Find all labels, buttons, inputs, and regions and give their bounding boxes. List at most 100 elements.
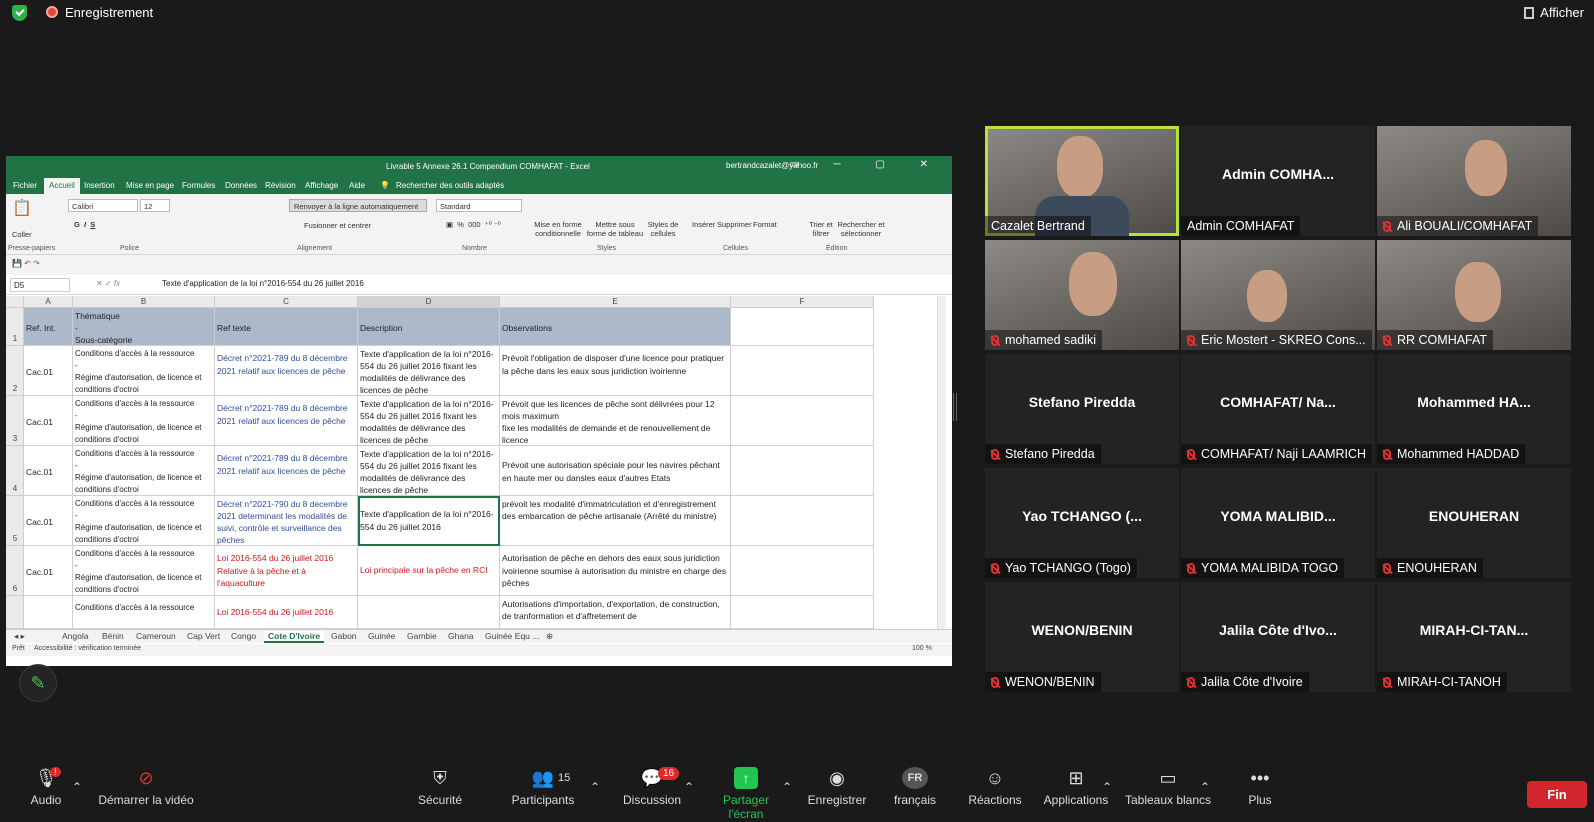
cell-styles-button[interactable]: Styles de cellules xyxy=(646,220,680,238)
menu-formules[interactable]: Formules xyxy=(182,181,215,190)
cell-empty[interactable] xyxy=(731,396,874,446)
audio-button[interactable]: 🎙 Audio ! xyxy=(22,767,70,807)
window-controls[interactable]: ▭ ─ ▢ ✕ xyxy=(789,159,944,170)
cell-thematique[interactable]: Conditions d'accès à la ressource - Régi… xyxy=(73,396,215,446)
row-header[interactable]: 1 xyxy=(6,308,24,346)
sheet-tab[interactable]: Cap Vert xyxy=(187,631,220,641)
sort-filter-button[interactable]: Trier et filtrer xyxy=(806,220,836,238)
menu-donnees[interactable]: Données xyxy=(225,181,257,190)
participant-tile[interactable]: Cazalet Bertrand xyxy=(985,126,1179,236)
cell-observations[interactable]: Prévoit l'obligation de disposer d'une l… xyxy=(500,346,731,396)
col-header[interactable]: C xyxy=(215,296,358,308)
insert-button[interactable]: Insérer xyxy=(692,220,715,229)
row-header[interactable]: 4 xyxy=(6,446,24,496)
fx-icon[interactable]: ✕ ✓ fx xyxy=(96,279,120,288)
cell-ref[interactable]: Cac.01 xyxy=(24,346,73,396)
whiteboards-chevron[interactable]: ⌃ xyxy=(1200,780,1210,794)
header-description[interactable]: Description xyxy=(358,308,500,346)
col-header[interactable]: A xyxy=(24,296,73,308)
sheet-tab[interactable]: Angola xyxy=(62,631,88,641)
header-ref[interactable]: Ref. Int. xyxy=(24,308,73,346)
sheet-nav-icon[interactable]: ◂ ▸ xyxy=(14,631,25,642)
col-header[interactable]: E xyxy=(500,296,731,308)
row-header[interactable] xyxy=(6,596,24,629)
participant-tile[interactable]: YOMA MALIBID... YOMA MALIBIDA TOGO xyxy=(1181,468,1375,578)
cell-observations[interactable]: Autorisation de pêche en dehors des eaux… xyxy=(500,546,731,596)
cell-observations[interactable]: Prévoit que les licences de pêche sont d… xyxy=(500,396,731,446)
participant-tile[interactable]: RR COMHAFAT xyxy=(1377,240,1571,350)
apps-chevron[interactable]: ⌃ xyxy=(1102,780,1112,794)
row-header[interactable]: 5 xyxy=(6,496,24,546)
reactions-button[interactable]: ☺ Réactions xyxy=(964,767,1026,807)
record-button[interactable]: ◉ Enregistrer xyxy=(804,767,870,807)
cell-thematique[interactable]: Conditions d'accès à la ressource - Régi… xyxy=(73,346,215,396)
more-button[interactable]: ••• Plus xyxy=(1240,767,1280,807)
wrap-text-button[interactable]: Renvoyer à la ligne automatiquement xyxy=(289,199,427,212)
cell-description[interactable] xyxy=(358,596,500,629)
header-observations[interactable]: Observations xyxy=(500,308,731,346)
spreadsheet-grid[interactable]: A B C D E F 1 Ref. Int. Thématique - Sou… xyxy=(6,296,936,629)
sheet-tab[interactable]: Gambie xyxy=(407,631,437,641)
cell-ref[interactable] xyxy=(24,596,73,629)
participants-chevron[interactable]: ⌃ xyxy=(590,780,600,794)
sheet-tab[interactable]: Gabon xyxy=(331,631,357,641)
merge-center-button[interactable]: Fusionner et centrer xyxy=(304,221,371,230)
start-video-button[interactable]: ⊘ Démarrer la vidéo xyxy=(96,767,196,807)
sheet-tab[interactable]: Guinée xyxy=(368,631,395,641)
participant-tile[interactable]: Eric Mostert - SKREO Cons... xyxy=(1181,240,1375,350)
audio-options-chevron[interactable]: ⌃ xyxy=(72,780,82,794)
split-handle[interactable] xyxy=(953,393,957,421)
sheet-tab[interactable]: Congo xyxy=(231,631,256,641)
annotate-pen-icon[interactable]: ✎ xyxy=(19,664,57,702)
delete-button[interactable]: Supprimer xyxy=(717,220,752,229)
cell-thematique[interactable]: Conditions d'accès à la ressource - Régi… xyxy=(73,446,215,496)
cell-description[interactable]: Texte d'application de la loi n°2016-554… xyxy=(358,346,500,396)
participant-tile[interactable]: ENOUHERAN ENOUHERAN xyxy=(1377,468,1571,578)
sheet-tab-active[interactable]: Cote D'Ivoire xyxy=(264,631,325,643)
save-icon[interactable]: 💾 ↶ ↷ xyxy=(12,259,40,268)
paste-label[interactable]: Coller xyxy=(12,230,32,239)
header-thematique[interactable]: Thématique - Sous-catégorie xyxy=(73,308,215,346)
cell-description[interactable]: Loi principale sur la pêche en RCI xyxy=(358,546,500,596)
header-ref-texte[interactable]: Ref texte xyxy=(215,308,358,346)
cell-description[interactable]: Texte d'application de la loi n°2016-554… xyxy=(358,446,500,496)
participant-tile[interactable]: WENON/BENIN WENON/BENIN xyxy=(985,582,1179,692)
cell-empty[interactable] xyxy=(731,308,874,346)
cell-ref-texte[interactable]: Loi 2016-554 du 26 juillet 2016 Relative… xyxy=(215,546,358,596)
menu-fichier[interactable]: Fichier xyxy=(13,181,37,190)
participants-button[interactable]: 👥 Participants 15 xyxy=(504,767,582,807)
security-button[interactable]: ⛨ Sécurité xyxy=(412,767,468,807)
cell-empty[interactable] xyxy=(731,596,874,629)
cell-thematique[interactable]: Conditions d'accès à la ressource - Régi… xyxy=(73,496,215,546)
row-header[interactable]: 3 xyxy=(6,396,24,446)
col-header[interactable]: F xyxy=(731,296,874,308)
participant-tile[interactable]: MIRAH-CI-TAN... MIRAH-CI-TANOH xyxy=(1377,582,1571,692)
cell-ref-texte[interactable]: Décret n°2021-790 du 8 decembre 2021 det… xyxy=(215,496,358,546)
tell-me-search[interactable]: Rechercher des outils adaptés xyxy=(396,181,504,190)
cell-description-selected[interactable]: Texte d'application de la loi n°2016-554… xyxy=(358,496,500,546)
participant-tile[interactable]: Admin COMHA... Admin COMHAFAT xyxy=(1181,126,1375,236)
menu-insertion[interactable]: Insertion xyxy=(84,181,115,190)
cell-observations[interactable]: Prévoit une autorisation spéciale pour l… xyxy=(500,446,731,496)
participant-tile[interactable]: Mohammed HA... Mohammed HADDAD xyxy=(1377,354,1571,464)
sheet-tab[interactable]: Guinée Equ ... xyxy=(485,631,539,641)
cell-thematique[interactable]: Conditions d'accès à la ressource xyxy=(73,596,215,629)
format-as-table-button[interactable]: Mettre sous forme de tableau xyxy=(586,220,644,238)
cell-thematique[interactable]: Conditions d'accès à la ressource - Régi… xyxy=(73,546,215,596)
vertical-scrollbar[interactable] xyxy=(937,296,946,629)
menu-affichage[interactable]: Affichage xyxy=(305,181,338,190)
number-format-select[interactable]: Standard xyxy=(436,199,522,212)
row-header[interactable]: 2 xyxy=(6,346,24,396)
cell-ref[interactable]: Cac.01 xyxy=(24,396,73,446)
format-button[interactable]: Format xyxy=(753,220,777,229)
chat-chevron[interactable]: ⌃ xyxy=(684,780,694,794)
cell-ref-texte[interactable]: Décret n°2021-789 du 8 décembre 2021 rel… xyxy=(215,446,358,496)
menu-mise-en-page[interactable]: Mise en page xyxy=(126,181,174,190)
sheet-tab[interactable]: Cameroun xyxy=(136,631,176,641)
menu-accueil[interactable]: Accueil xyxy=(44,178,80,194)
sheet-tab[interactable]: Bénin xyxy=(102,631,124,641)
cell-observations[interactable]: prévoit les modalité d'immatriculation e… xyxy=(500,496,731,546)
add-sheet-icon[interactable]: ⊕ xyxy=(546,631,553,642)
find-select-button[interactable]: Rechercher et sélectionner xyxy=(836,220,886,238)
cell-empty[interactable] xyxy=(731,346,874,396)
